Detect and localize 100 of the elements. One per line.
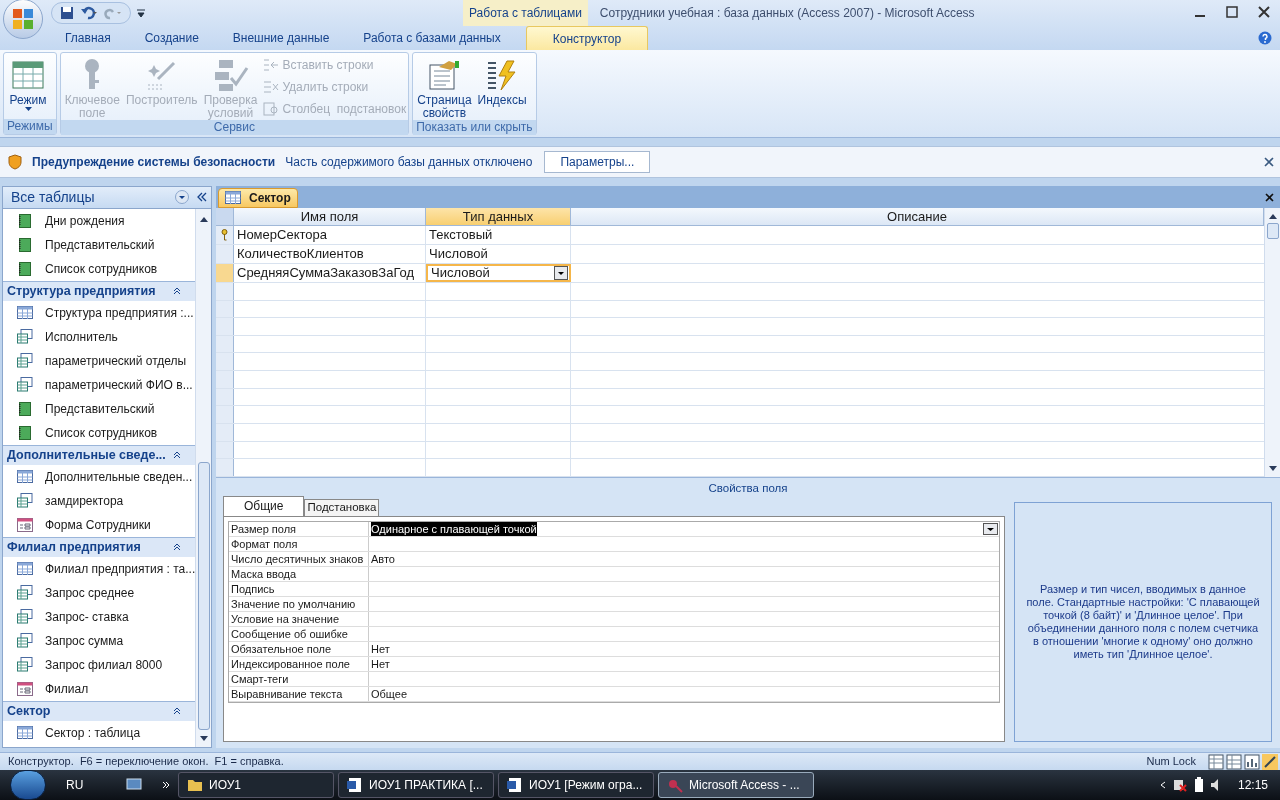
query-icon <box>17 329 33 345</box>
form-icon <box>17 681 33 696</box>
scroll-down-icon[interactable] <box>199 736 208 742</box>
data-type-cell[interactable]: Числовой <box>426 244 571 263</box>
property-label: Значение по умолчанию <box>229 596 369 611</box>
property-label: Сообщение об ошибке <box>229 626 369 641</box>
navigation-item[interactable]: замдиректора <box>3 488 195 513</box>
navigation-item[interactable]: Дни рождения <box>3 208 195 233</box>
taskbar-button[interactable]: ИОУ1 [Режим огра... <box>498 772 654 798</box>
property-value-field[interactable]: Нет <box>369 641 999 656</box>
office-button[interactable] <box>3 0 43 39</box>
taskbar-button[interactable]: ИОУ1 ПРАКТИКА [... <box>338 772 494 798</box>
design-view-icon[interactable] <box>1262 753 1278 770</box>
property-value-field[interactable]: Авто <box>369 551 999 566</box>
navigation-item[interactable]: Дополнительные сведен... <box>3 464 195 489</box>
options-button[interactable]: Параметры... <box>544 150 651 173</box>
pivot-table-icon[interactable] <box>1226 753 1242 770</box>
navigation-item[interactable]: Представительский <box>3 232 195 257</box>
navigation-item[interactable]: Исполнитель <box>3 324 195 349</box>
query-icon <box>17 377 33 393</box>
num-lock-indicator: Num Lock <box>1146 754 1196 770</box>
help-icon[interactable] <box>1258 31 1272 45</box>
property-value-field[interactable]: Нет <box>369 656 999 671</box>
property-tab[interactable]: Подстановка <box>304 498 380 516</box>
start-button[interactable] <box>10 770 46 800</box>
navigation-item[interactable]: Сектор : таблица <box>3 720 195 745</box>
scrollbar-thumb[interactable] <box>197 461 210 731</box>
battery-icon <box>1193 777 1204 793</box>
close-icon[interactable] <box>1258 6 1270 18</box>
ribbon-tab[interactable]: Конструктор <box>525 26 649 50</box>
chevron-icon[interactable] <box>162 781 170 789</box>
document-tab[interactable]: Сектор <box>218 187 298 208</box>
maximize-icon[interactable] <box>1226 6 1238 18</box>
navigation-item[interactable]: Представительский <box>3 396 195 421</box>
dropdown-arrow-icon <box>24 107 32 111</box>
group-header[interactable]: Дополнительные сведе... <box>3 444 195 465</box>
clock: 12:15 <box>1237 777 1268 794</box>
language-indicator[interactable]: RU <box>66 776 126 794</box>
navigation-item[interactable]: Запрос- ставка <box>3 604 195 629</box>
navigation-item[interactable]: Филиал <box>3 676 195 701</box>
field-name-cell[interactable]: НомерСектора <box>234 225 426 244</box>
scroll-up-icon[interactable] <box>1268 213 1277 219</box>
property-tab[interactable]: Общие <box>223 495 305 516</box>
navigation-item[interactable]: Список сотрудников <box>3 256 195 281</box>
diagram-check-icon <box>212 58 249 92</box>
group-header[interactable]: Сектор <box>3 700 195 721</box>
navigation-item[interactable]: параметрический ФИО в... <box>3 372 195 397</box>
field-name-cell[interactable]: КоличествоКлиентов <box>234 244 426 263</box>
section-title: Свойства поля <box>707 480 789 496</box>
security-warning-title: Предупреждение системы безопасности <box>32 153 276 171</box>
redo-icon[interactable] <box>104 6 122 20</box>
query-icon <box>17 609 33 625</box>
collapse-pane-icon[interactable] <box>197 192 207 203</box>
property-label: Подпись <box>229 581 369 596</box>
status-text: Конструктор. F6 = переключение окон. F1 = справка. <box>8 754 284 770</box>
ribbon-tab[interactable]: Работа с базами данных <box>346 26 518 50</box>
folder-icon <box>187 778 203 792</box>
dropdown-icon[interactable] <box>175 190 189 205</box>
datasheet-view-icon[interactable] <box>1208 753 1224 770</box>
navigation-item[interactable]: Запрос сумма <box>3 628 195 653</box>
form-icon <box>17 517 33 532</box>
group-header[interactable]: Структура предприятия <box>3 280 195 301</box>
chevron-icon[interactable] <box>1159 781 1166 789</box>
dropdown-icon[interactable] <box>554 265 568 280</box>
ribbon-tab[interactable]: Создание <box>127 26 216 50</box>
navigation-item[interactable]: параметрический отделы <box>3 348 195 373</box>
ribbon-button[interactable]: Режим <box>6 56 50 111</box>
navigation-item[interactable]: Запрос среднее <box>3 580 195 605</box>
taskbar-button[interactable]: Microsoft Access - ... <box>658 772 814 798</box>
close-icon[interactable] <box>1265 192 1274 202</box>
save-icon[interactable] <box>60 6 74 20</box>
ribbon-tab[interactable]: Главная <box>48 26 128 50</box>
scroll-up-icon[interactable] <box>199 216 208 222</box>
ribbon-tab[interactable]: Внешние данные <box>215 26 347 50</box>
pivot-chart-icon[interactable] <box>1244 753 1260 770</box>
navigation-item[interactable]: Форма Сотрудники <box>3 512 195 537</box>
navigation-item[interactable]: Список сотрудников <box>3 420 195 445</box>
taskbar-button[interactable]: ИОУ1 <box>178 772 334 798</box>
navigation-item[interactable]: Запрос филиал 8000 <box>3 652 195 677</box>
data-type-cell[interactable]: Текстовый <box>426 225 571 244</box>
property-value-field[interactable]: Одинарное с плавающей точкой <box>369 521 999 536</box>
scrollbar-thumb[interactable] <box>1266 222 1279 239</box>
table-icon <box>17 562 33 576</box>
collapse-icon <box>173 287 181 296</box>
field-name-cell[interactable]: СредняяСуммаЗаказовЗаГод <box>234 263 426 282</box>
navigation-item[interactable]: Филиал предприятия : та... <box>3 556 195 581</box>
property-value-field[interactable]: Общее <box>369 686 999 701</box>
close-icon[interactable] <box>1264 156 1274 167</box>
data-type-cell[interactable]: Числовой <box>426 263 571 282</box>
ribbon-button[interactable]: Индексы <box>475 56 529 107</box>
report-icon <box>19 237 31 252</box>
query-icon <box>17 657 33 673</box>
show-desktop-icon[interactable] <box>126 778 142 792</box>
ribbon-button[interactable]: Страница свойств <box>415 56 474 120</box>
scroll-down-icon[interactable] <box>1268 465 1277 471</box>
group-header[interactable]: Филиал предприятия <box>3 536 195 557</box>
undo-icon[interactable] <box>80 6 98 20</box>
dropdown-icon[interactable] <box>983 522 998 535</box>
navigation-item[interactable]: Структура предприятия :... <box>3 300 195 325</box>
customize-toolbar-icon[interactable] <box>137 8 145 18</box>
